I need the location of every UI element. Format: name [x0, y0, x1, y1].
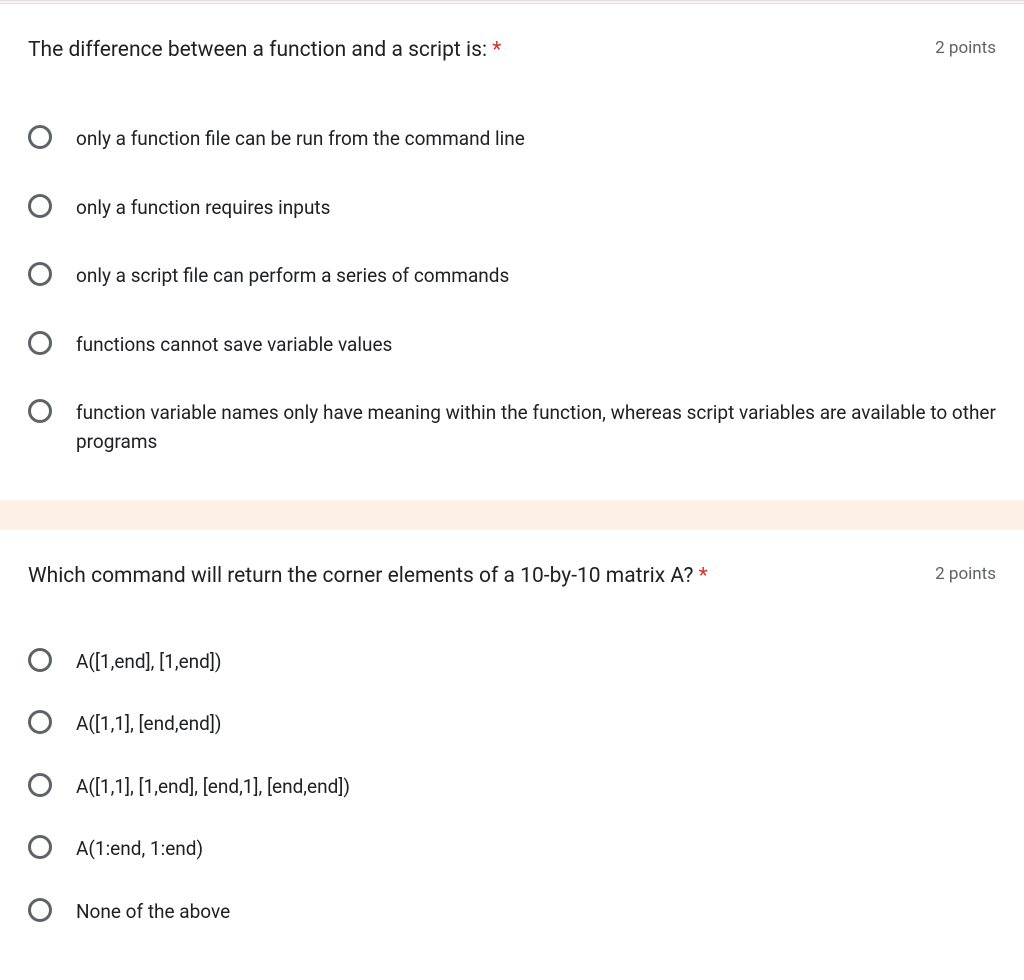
option-label: only a script file can perform a series …: [76, 262, 509, 291]
radio-icon: [28, 773, 52, 797]
question-header: The difference between a function and a …: [28, 36, 996, 65]
radio-icon: [28, 194, 52, 218]
radio-icon: [28, 835, 52, 859]
radio-icon: [28, 710, 52, 734]
radio-icon: [28, 331, 52, 355]
question-title: The difference between a function and a …: [28, 36, 935, 65]
radio-option[interactable]: functions cannot save variable values: [28, 319, 996, 372]
option-label: only a function file can be run from the…: [76, 125, 525, 154]
radio-option[interactable]: function variable names only have meanin…: [28, 387, 996, 468]
option-label: functions cannot save variable values: [76, 331, 392, 360]
radio-icon: [28, 262, 52, 286]
radio-option[interactable]: only a script file can perform a series …: [28, 250, 996, 303]
radio-icon: [28, 898, 52, 922]
points-label: 2 points: [935, 564, 996, 584]
question-title-text: Which command will return the corner ele…: [28, 564, 693, 588]
question-card-1: The difference between a function and a …: [0, 4, 1024, 500]
radio-option[interactable]: A([1,1], [end,end]): [28, 698, 996, 751]
radio-option[interactable]: only a function requires inputs: [28, 182, 996, 235]
radio-icon: [28, 125, 52, 149]
radio-option[interactable]: None of the above: [28, 886, 996, 939]
option-label: only a function requires inputs: [76, 194, 330, 223]
question-header: Which command will return the corner ele…: [28, 562, 996, 591]
question-title-text: The difference between a function and a …: [28, 38, 487, 62]
option-label: A(1:end, 1:end): [76, 835, 203, 864]
points-label: 2 points: [935, 38, 996, 58]
option-label: None of the above: [76, 898, 230, 927]
option-label: function variable names only have meanin…: [76, 399, 996, 456]
radio-option[interactable]: A(1:end, 1:end): [28, 823, 996, 876]
radio-option[interactable]: A([1,1], [1,end], [end,1], [end,end]): [28, 761, 996, 814]
radio-option[interactable]: only a function file can be run from the…: [28, 113, 996, 166]
required-asterisk: *: [699, 564, 708, 588]
question-title: Which command will return the corner ele…: [28, 562, 935, 591]
required-asterisk: *: [492, 38, 501, 62]
option-label: A([1,1], [end,end]): [76, 710, 222, 739]
radio-option[interactable]: A([1,end], [1,end]): [28, 636, 996, 689]
option-label: A([1,1], [1,end], [end,1], [end,end]): [76, 773, 350, 802]
question-card-2: Which command will return the corner ele…: [0, 530, 1024, 980]
radio-icon: [28, 399, 52, 423]
option-label: A([1,end], [1,end]): [76, 648, 222, 677]
radio-icon: [28, 648, 52, 672]
card-divider: [0, 500, 1024, 530]
